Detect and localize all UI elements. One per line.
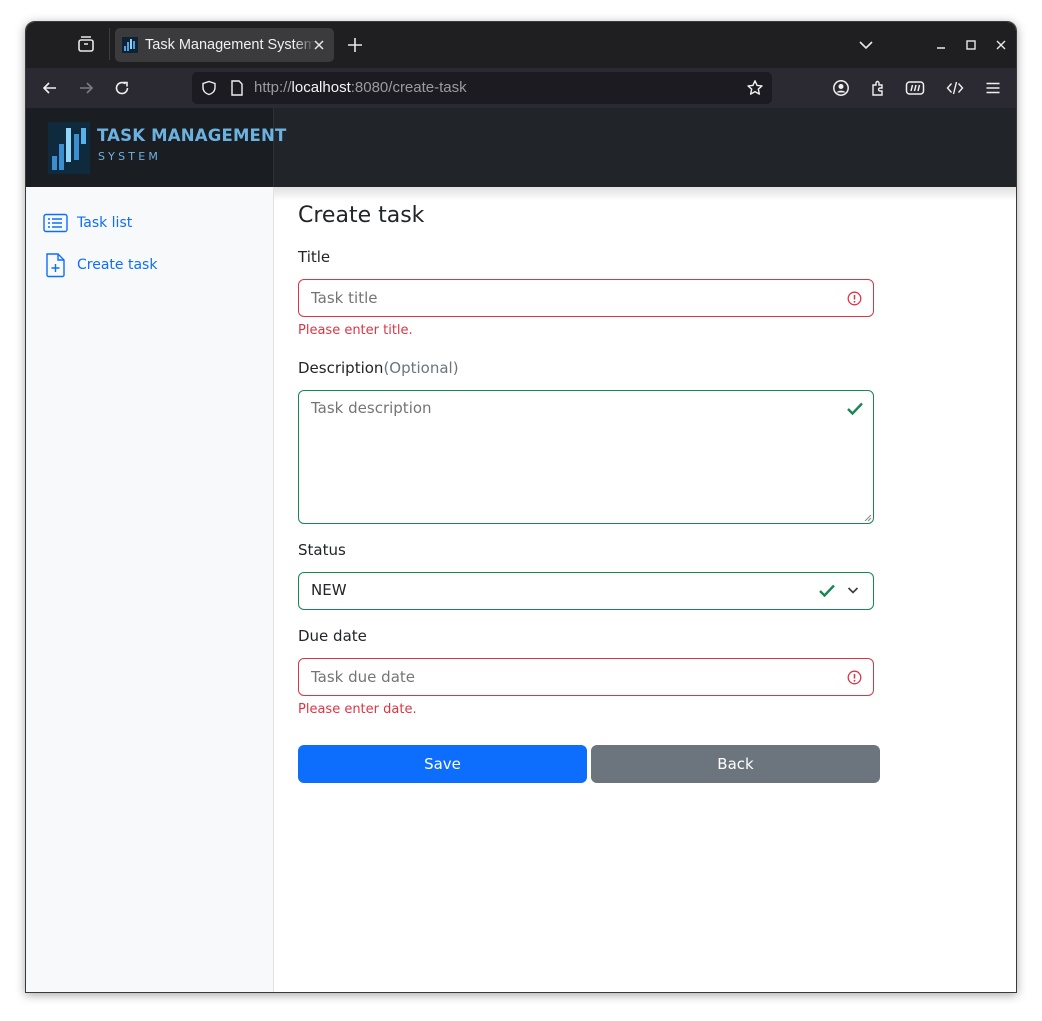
url-scheme: http:// [254, 79, 292, 96]
app-header: TASK MANAGEMENT SYSTEM [26, 108, 1016, 187]
header-shadow [274, 187, 1016, 201]
app-root: TASK MANAGEMENT SYSTEM Task list Create … [26, 108, 1016, 992]
code-icon[interactable] [946, 79, 964, 97]
status-label: Status [298, 541, 346, 559]
resize-grip-icon[interactable] [863, 513, 872, 522]
due-date-label: Due date [298, 627, 367, 645]
sidebar-item-label: Task list [77, 215, 133, 231]
check-icon [847, 402, 863, 416]
logo-mark-icon [48, 122, 90, 174]
url-text[interactable]: http://localhost:8080/create-task [254, 79, 467, 96]
status-select[interactable]: NEW [298, 572, 874, 610]
reload-icon[interactable] [113, 79, 131, 97]
url-bar[interactable]: http://localhost:8080/create-task [192, 72, 772, 104]
optional-hint: (Optional) [383, 359, 459, 377]
reader-extension-icon[interactable] [905, 79, 925, 97]
close-tab-icon[interactable] [312, 38, 326, 52]
check-icon [819, 584, 835, 598]
title-label: Title [298, 248, 331, 266]
title-error: Please enter title. [298, 323, 413, 338]
browser-window: Task Management System http://localhost:… [25, 21, 1017, 993]
url-path: :8080/create-task [350, 79, 467, 96]
due-date-error: Please enter date. [298, 702, 417, 717]
new-tab-icon[interactable] [346, 36, 364, 54]
description-textarea[interactable] [298, 390, 874, 524]
forward-arrow-icon[interactable] [77, 79, 95, 97]
tab-strip: Task Management System [26, 22, 1016, 68]
due-date-input[interactable] [298, 658, 874, 696]
status-selected-value: NEW [311, 581, 347, 599]
back-arrow-icon[interactable] [41, 79, 59, 97]
bookmark-star-icon[interactable] [746, 79, 764, 97]
save-button[interactable]: Save [298, 745, 587, 783]
app-logo[interactable]: TASK MANAGEMENT SYSTEM [26, 108, 286, 187]
close-window-icon[interactable] [994, 38, 1008, 52]
sidebar-item-task-list[interactable]: Task list [43, 213, 132, 233]
chevron-down-icon[interactable] [858, 38, 874, 52]
hamburger-menu-icon[interactable] [984, 79, 1002, 97]
file-plus-icon [46, 253, 65, 278]
chevron-down-icon[interactable] [847, 586, 859, 595]
error-icon [847, 291, 862, 306]
title-input[interactable] [298, 279, 874, 317]
shield-icon[interactable] [201, 80, 217, 96]
logo-subtitle: SYSTEM [98, 150, 162, 163]
url-host: localhost [291, 79, 351, 96]
logo-title: TASK MANAGEMENT [97, 126, 287, 145]
description-label: Description(Optional) [298, 359, 459, 377]
page-icon[interactable] [230, 80, 244, 96]
tab-title: Task Management System [145, 37, 315, 53]
minimize-icon[interactable] [934, 38, 948, 52]
sidebar-item-create-task[interactable]: Create task [43, 252, 157, 278]
tab-overview-icon[interactable] [76, 34, 96, 54]
extensions-icon[interactable] [869, 79, 887, 97]
sidebar: Task list Create task [26, 187, 274, 992]
tab-divider [109, 28, 110, 60]
account-icon[interactable] [832, 79, 850, 97]
sidebar-item-label: Create task [77, 257, 158, 273]
back-button[interactable]: Back [591, 745, 880, 783]
page-title: Create task [298, 203, 425, 228]
description-label-text: Description [298, 359, 384, 377]
navigation-bar: http://localhost:8080/create-task [26, 68, 1016, 108]
app-favicon-icon [122, 37, 138, 53]
list-icon [43, 213, 68, 233]
error-icon [847, 670, 862, 685]
maximize-icon[interactable] [964, 38, 978, 52]
browser-tab[interactable]: Task Management System [115, 28, 334, 62]
